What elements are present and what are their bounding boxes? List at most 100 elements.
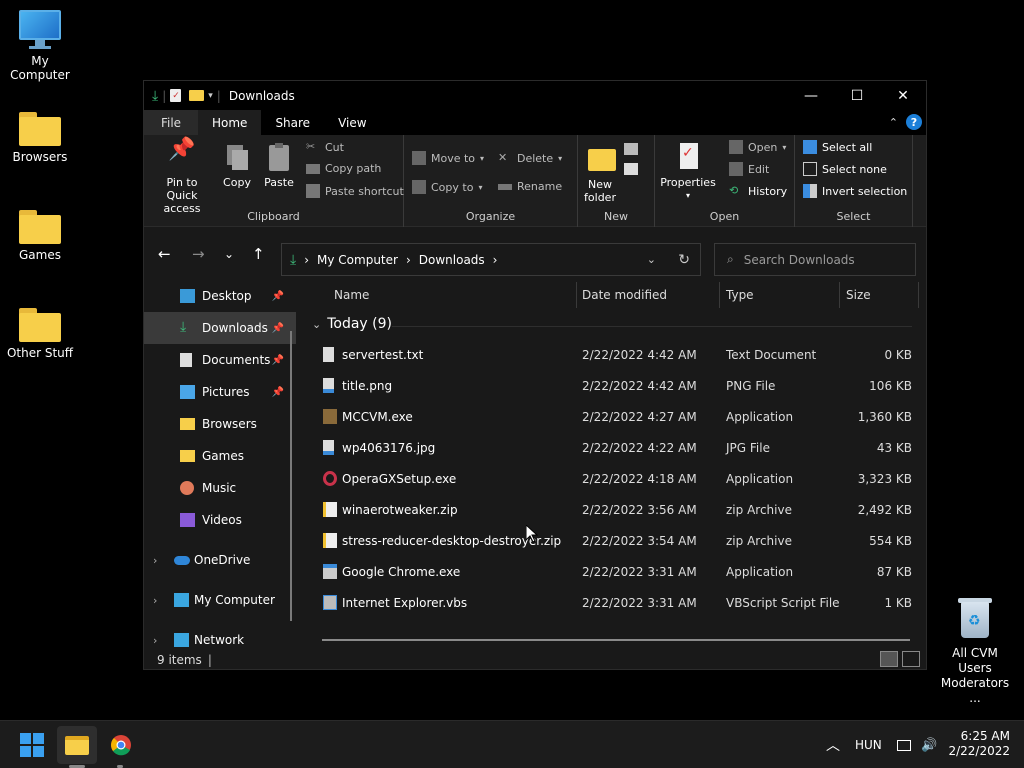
group-label: Select (836, 210, 871, 223)
maximize-button[interactable]: ☐ (834, 81, 880, 110)
large-icons-view-button[interactable] (902, 651, 920, 667)
edit-button[interactable]: Edit (729, 162, 769, 176)
desktop-icon-other-stuff[interactable]: Other Stuff (0, 308, 80, 360)
file-row[interactable]: winaerotweaker.zip 2/22/2022 3:56 AM zip… (302, 494, 922, 525)
ribbon: 📌 Pin to Quick access Copy Paste ✂ Cut Co… (144, 135, 926, 227)
desktop-icon-games[interactable]: Games (0, 210, 80, 262)
address-dropdown-icon[interactable]: ⌄ (647, 253, 656, 266)
pin-quick-access-button[interactable]: 📌 Pin to Quick access (150, 139, 214, 216)
paste-shortcut-button[interactable]: Paste shortcut (306, 184, 404, 198)
start-button[interactable] (12, 726, 52, 764)
network-tray-icon[interactable] (897, 721, 911, 768)
delete-button[interactable]: ✕ Delete ▾ (498, 151, 562, 165)
qat-dropdown-icon[interactable]: ▾ (208, 91, 213, 101)
close-button[interactable]: ✕ (880, 81, 926, 110)
search-input[interactable]: ⌕ Search Downloads (714, 243, 916, 276)
column-header-date[interactable]: Date modified (582, 280, 667, 310)
collapse-group-icon[interactable]: ⌄ (312, 318, 321, 331)
minimize-button[interactable]: — (788, 81, 834, 110)
select-none-button[interactable]: Select none (803, 162, 887, 176)
easy-access-icon[interactable] (624, 163, 638, 175)
sidebar-item-onedrive[interactable]: › OneDrive (144, 544, 296, 576)
taskbar-file-explorer[interactable] (57, 726, 97, 764)
sidebar-item-videos[interactable]: Videos (144, 504, 296, 536)
group-header-today[interactable]: ⌄ Today (9) (312, 316, 392, 332)
copy-path-button[interactable]: Copy path (306, 162, 381, 175)
sidebar-item-documents[interactable]: Documents 📌 (144, 344, 296, 376)
sidebar-item-pictures[interactable]: Pictures 📌 (144, 376, 296, 408)
file-row[interactable]: OperaGXSetup.exe 2/22/2022 4:18 AM Appli… (302, 463, 922, 494)
open-button[interactable]: Open ▾ (729, 140, 786, 154)
file-type: VBScript Script File (726, 595, 840, 610)
copy-to-button[interactable]: Copy to ▾ (412, 180, 482, 194)
volume-icon[interactable]: 🔊 (921, 721, 937, 768)
properties-qat-icon[interactable]: ✓ (170, 89, 182, 102)
paste-button[interactable]: Paste (261, 143, 297, 189)
select-all-button[interactable]: Select all (803, 140, 872, 154)
expand-chevron-icon[interactable]: › (153, 634, 157, 647)
file-row[interactable]: stress-reducer-desktop-destroyer.zip 2/2… (302, 525, 922, 556)
sidebar-item-network[interactable]: › Network (144, 624, 296, 648)
sidebar-item-music[interactable]: Music (144, 472, 296, 504)
desktop-icon-recycle-bin[interactable]: ♻ All CVM Users Moderators ... (935, 598, 1015, 706)
language-indicator[interactable]: HUN (855, 721, 882, 768)
back-arrow-icon[interactable]: ← (158, 245, 171, 263)
tab-view[interactable]: View (324, 110, 380, 135)
desktop-icon-browsers[interactable]: Browsers (0, 112, 80, 164)
column-header-type[interactable]: Type (726, 280, 754, 310)
copy-button[interactable]: Copy (220, 143, 254, 189)
new-folder-button[interactable]: New folder (582, 145, 618, 204)
tab-home[interactable]: Home (198, 110, 262, 135)
file-row[interactable]: wp4063176.jpg 2/22/2022 4:22 AM JPG File… (302, 432, 922, 463)
file-size: 1 KB (884, 595, 912, 610)
zip-archive-icon (323, 533, 337, 548)
sidebar-item-downloads[interactable]: ⤓ Downloads 📌 (144, 312, 296, 344)
show-hidden-icons-button[interactable]: ︿ (826, 721, 840, 768)
file-row[interactable]: MCCVM.exe 2/22/2022 4:27 AM Application … (302, 401, 922, 432)
sidebar-scrollbar[interactable] (290, 331, 292, 621)
sidebar-item-browsers[interactable]: Browsers (144, 408, 296, 440)
desktop-icon-my-computer[interactable]: My Computer (0, 10, 80, 82)
copy-path-icon (306, 163, 320, 174)
forward-arrow-icon[interactable]: → (192, 245, 205, 263)
tab-share[interactable]: Share (261, 110, 324, 135)
recent-locations-icon[interactable]: ⌄ (224, 247, 234, 261)
history-button[interactable]: ⟲ History (729, 184, 787, 198)
collapse-ribbon-icon[interactable]: ⌃ (889, 116, 898, 129)
file-row[interactable]: servertest.txt 2/22/2022 4:42 AM Text Do… (302, 339, 922, 370)
up-arrow-icon[interactable]: ↑ (252, 245, 265, 263)
copy-icon (223, 143, 251, 173)
taskbar-clock[interactable]: 6:25 AM 2/22/2022 (948, 729, 1010, 759)
expand-chevron-icon[interactable]: › (153, 594, 157, 607)
sidebar-item-desktop[interactable]: Desktop 📌 (144, 280, 296, 312)
navigation-pane: Desktop 📌 ⤓ Downloads 📌 Documents 📌 Pictures… (144, 280, 296, 648)
move-to-button[interactable]: Move to ▾ (412, 151, 484, 165)
file-row[interactable]: Internet Explorer.vbs 2/22/2022 3:31 AM … (302, 587, 922, 618)
column-header-name[interactable]: Name (334, 280, 369, 310)
horizontal-scrollbar[interactable] (322, 639, 910, 641)
cut-button[interactable]: ✂ Cut (306, 140, 344, 154)
sidebar-item-my-computer[interactable]: › My Computer (144, 584, 296, 616)
column-header-size[interactable]: Size (846, 280, 871, 310)
tab-file[interactable]: File (144, 110, 198, 135)
file-row[interactable]: title.png 2/22/2022 4:42 AM PNG File 106… (302, 370, 922, 401)
refresh-icon[interactable]: ↻ (678, 252, 690, 268)
invert-selection-button[interactable]: Invert selection (803, 184, 907, 198)
properties-button[interactable]: ✓ Properties ▾ (659, 143, 717, 202)
sidebar-label: Downloads (202, 321, 268, 335)
new-folder-qat-icon[interactable] (189, 90, 205, 101)
breadcrumb-downloads[interactable]: Downloads (419, 253, 485, 267)
help-icon[interactable]: ? (906, 114, 922, 130)
details-view-button[interactable] (880, 651, 898, 667)
rename-button[interactable]: Rename (498, 180, 562, 193)
file-row[interactable]: Google Chrome.exe 2/22/2022 3:31 AM Appl… (302, 556, 922, 587)
breadcrumb-my-computer[interactable]: My Computer (317, 253, 398, 267)
taskbar-chrome[interactable] (101, 726, 141, 764)
sidebar-item-games[interactable]: Games (144, 440, 296, 472)
address-bar[interactable]: ⤓ › My Computer › Downloads › ⌄ ↻ (281, 243, 701, 276)
expand-chevron-icon[interactable]: › (153, 554, 157, 567)
rename-icon (498, 183, 512, 190)
breadcrumb-separator: › (492, 252, 498, 267)
file-explorer-icon (65, 735, 89, 755)
new-item-icon[interactable] (624, 143, 638, 155)
